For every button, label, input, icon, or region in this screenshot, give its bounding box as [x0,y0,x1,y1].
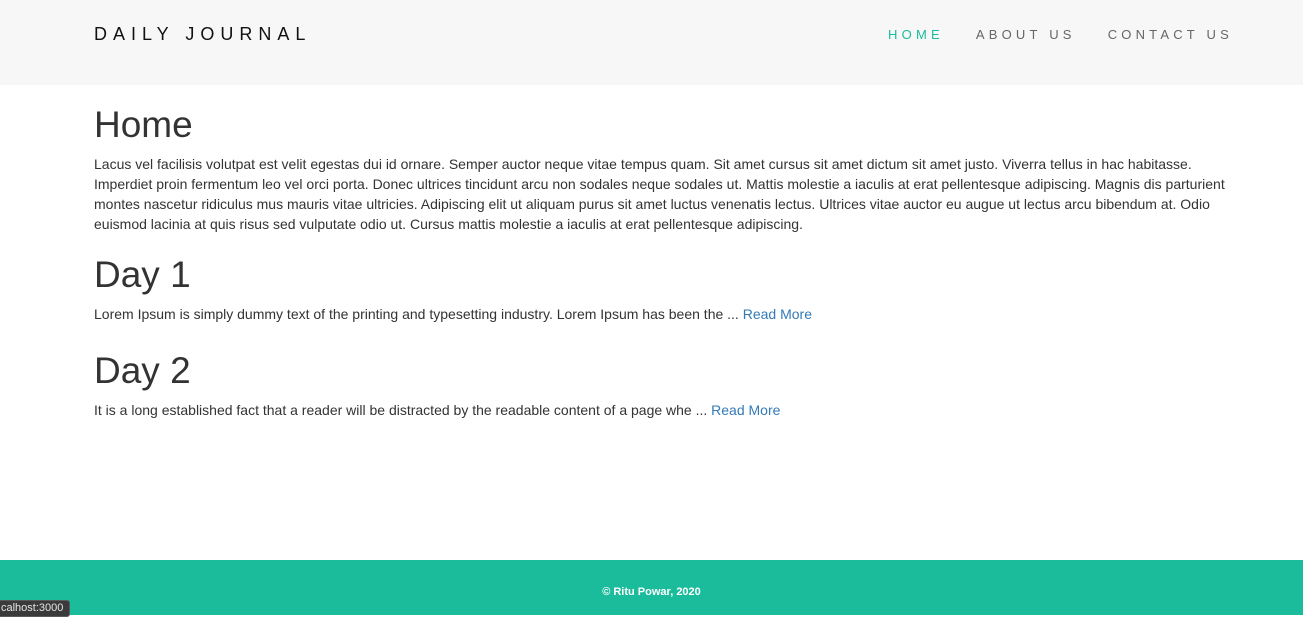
post-excerpt-text: It is a long established fact that a rea… [94,402,712,418]
read-more-link[interactable]: Read More [711,402,780,418]
post-day-2: Day 2 It is a long established fact that… [94,346,1229,420]
read-more-link[interactable]: Read More [743,306,812,322]
post-day-1: Day 1 Lorem Ipsum is simply dummy text o… [94,250,1229,324]
post-title: Day 2 [94,350,191,391]
post-excerpt: It is a long established fact that a rea… [94,400,1229,420]
main-content: Home Lacus vel facilisis volutpat est ve… [94,100,1229,442]
nav-link-about-us[interactable]: ABOUT US [976,27,1076,42]
post-excerpt-text: Lorem Ipsum is simply dummy text of the … [94,306,743,322]
brand-logo-link[interactable]: DAILY JOURNAL [94,24,311,45]
link-status-tooltip: calhost:3000 [0,600,71,617]
nav-link-contact-us[interactable]: CONTACT US [1108,27,1233,42]
footer: © Ritu Powar, 2020 [0,560,1303,615]
navbar: DAILY JOURNAL HOME ABOUT US CONTACT US [0,0,1303,85]
nav-link-home[interactable]: HOME [888,27,944,42]
page-title: Home [94,104,193,145]
post-title: Day 1 [94,254,191,295]
home-intro-text: Lacus vel facilisis volutpat est velit e… [94,156,1225,232]
nav-links: HOME ABOUT US CONTACT US [888,27,1233,42]
copyright-text: © Ritu Powar, 2020 [602,586,701,598]
post-excerpt: Lorem Ipsum is simply dummy text of the … [94,304,1229,324]
